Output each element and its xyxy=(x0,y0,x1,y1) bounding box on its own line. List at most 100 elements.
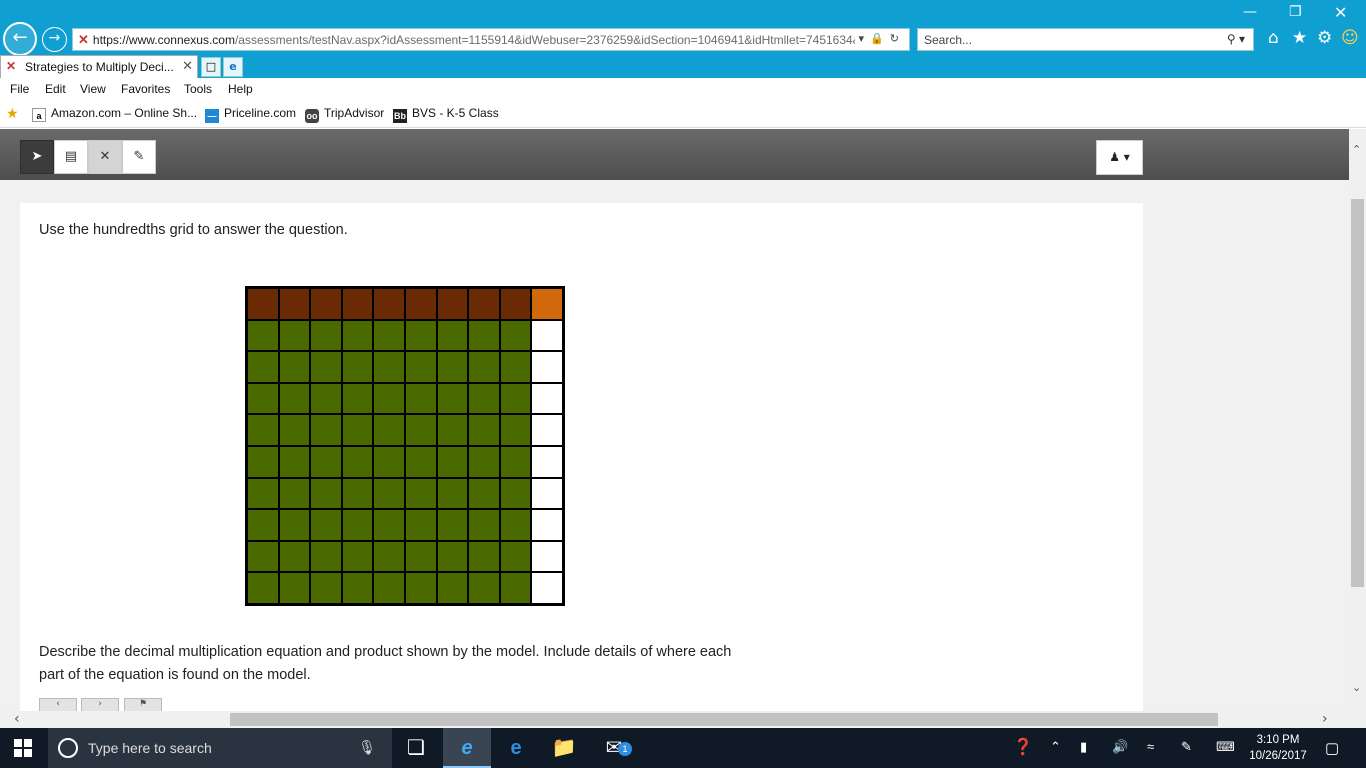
taskbar-search[interactable]: Type here to search 🎙 xyxy=(48,728,392,768)
settings-gear-icon[interactable]: ⚙ xyxy=(1317,28,1332,48)
search-icon[interactable]: ⚲ ▾ xyxy=(1227,32,1245,46)
scroll-right-icon[interactable]: › xyxy=(1322,711,1328,727)
grid-cell xyxy=(499,446,532,478)
file-explorer-icon[interactable]: 📁 xyxy=(540,728,588,768)
back-button[interactable]: ← xyxy=(3,22,37,56)
vertical-scroll-thumb[interactable] xyxy=(1351,199,1364,587)
grid-cell xyxy=(436,572,469,604)
internet-explorer-icon[interactable]: e xyxy=(443,728,491,768)
grid-cell xyxy=(468,477,500,510)
mail-icon[interactable]: ✉ 1 xyxy=(590,728,638,768)
menu-edit[interactable]: Edit xyxy=(45,82,66,96)
help-icon[interactable]: ❓ xyxy=(1013,737,1033,757)
grid-cell xyxy=(341,477,374,510)
flag-button[interactable]: ⚑ xyxy=(124,698,162,711)
prev-button[interactable]: ‹ xyxy=(39,698,77,711)
vertical-scrollbar[interactable]: ⌃ ⌄ xyxy=(1349,129,1366,711)
microphone-icon[interactable]: 🎙 xyxy=(358,739,376,756)
chevron-down-icon: ▾ xyxy=(1123,150,1130,164)
pen-icon[interactable]: ✎ xyxy=(1181,739,1192,755)
home-icon[interactable]: ⌂ xyxy=(1268,28,1279,48)
next-button[interactable]: › xyxy=(81,698,119,711)
grid-cell xyxy=(436,540,469,573)
show-hidden-icons-icon[interactable]: ⌃ xyxy=(1050,739,1061,755)
note-tool-button[interactable]: ▤ xyxy=(54,140,88,174)
notifications-icon[interactable]: ▢ xyxy=(1325,739,1339,757)
menu-help[interactable]: Help xyxy=(228,82,253,96)
task-view-icon[interactable]: ❏ xyxy=(392,728,440,768)
start-button[interactable] xyxy=(14,739,32,757)
grid-cell xyxy=(247,446,279,478)
pointer-tool-button[interactable]: ➤ xyxy=(20,140,54,174)
favorite-bvs-label: BVS - K-5 Class xyxy=(412,106,499,120)
scroll-down-icon[interactable]: ⌄ xyxy=(1352,681,1361,694)
wifi-icon[interactable]: ≈ xyxy=(1147,739,1154,754)
restore-icon[interactable]: ❐ xyxy=(1289,4,1302,20)
grid-cell xyxy=(310,288,342,320)
highlighter-icon: ✎ xyxy=(133,149,145,164)
menu-favorites[interactable]: Favorites xyxy=(121,82,170,96)
favorites-star-icon[interactable]: ★ xyxy=(1292,28,1307,48)
tab-close-icon[interactable]: ✕ xyxy=(182,58,193,74)
address-bar[interactable]: ✕ https://www.connexus.com/assessments/t… xyxy=(72,28,910,51)
new-tab-icon[interactable]: □ xyxy=(201,57,221,77)
address-bar-icons[interactable]: ▾🔒↻ xyxy=(854,32,905,45)
favorite-priceline[interactable]: — Priceline.com xyxy=(205,106,296,123)
tab-row: ✕ Strategies to Multiply Deci... ✕ □ e xyxy=(0,55,1366,78)
smiley-feedback-icon[interactable]: ☺ xyxy=(1341,28,1359,48)
grid-cell xyxy=(373,540,405,573)
highlighter-tool-button[interactable]: ✎ xyxy=(122,140,156,174)
question-prompt: Use the hundredths grid to answer the qu… xyxy=(39,222,348,238)
grid-cell xyxy=(405,288,437,320)
forward-button[interactable]: → xyxy=(42,27,67,52)
horizontal-scroll-thumb[interactable] xyxy=(230,713,1218,726)
grid-cell xyxy=(247,351,279,383)
grid-cell xyxy=(278,382,311,415)
grid-cell xyxy=(278,477,311,510)
menu-tools[interactable]: Tools xyxy=(184,82,212,96)
windows-taskbar: Type here to search 🎙 ❏ e e 📁 ✉ 1 ❓ ⌃ ▮ 🔊… xyxy=(0,728,1366,768)
refresh-icon[interactable]: ↻ xyxy=(890,33,905,45)
grid-cell xyxy=(405,319,437,352)
system-clock[interactable]: 3:10 PM 10/26/2017 xyxy=(1248,732,1308,764)
edge-icon[interactable]: e xyxy=(492,728,540,768)
grid-cell xyxy=(373,382,405,415)
scrollbar-corner xyxy=(1349,711,1366,728)
grid-cell xyxy=(531,319,563,352)
keyboard-icon[interactable]: ⌨ xyxy=(1216,739,1235,755)
grid-cell xyxy=(531,382,563,415)
grid-cell xyxy=(499,288,532,320)
tab-title: Strategies to Multiply Deci... xyxy=(25,60,174,74)
user-menu-button[interactable]: ♟ ▾ xyxy=(1096,140,1143,175)
grid-cell xyxy=(278,319,311,352)
favorites-add-icon[interactable]: ★ xyxy=(6,105,19,122)
battery-icon[interactable]: ▮ xyxy=(1080,739,1087,755)
scroll-up-icon[interactable]: ⌃ xyxy=(1352,143,1361,156)
grid-cell xyxy=(341,509,374,541)
scroll-left-icon[interactable]: ‹ xyxy=(14,711,20,727)
note-icon: ▤ xyxy=(64,149,78,164)
grid-cell xyxy=(468,540,500,573)
grid-cell xyxy=(247,319,279,352)
favorite-tripadvisor[interactable]: oo TripAdvisor xyxy=(305,106,384,123)
menu-view[interactable]: View xyxy=(80,82,106,96)
minimize-icon[interactable]: — xyxy=(1243,4,1257,20)
grid-cell xyxy=(499,414,532,446)
horizontal-scrollbar[interactable]: ‹ › xyxy=(0,711,1349,728)
lock-icon[interactable]: 🔒 xyxy=(870,33,890,45)
edge-tab-icon[interactable]: e xyxy=(223,57,243,77)
eliminate-tool-button[interactable]: ✕ xyxy=(88,140,122,174)
favorite-amazon[interactable]: a Amazon.com – Online Sh... xyxy=(32,106,197,122)
browser-search-input[interactable]: Search... ⚲ ▾ xyxy=(917,28,1254,51)
tripadvisor-icon: oo xyxy=(305,109,319,123)
tab-active[interactable]: ✕ Strategies to Multiply Deci... ✕ xyxy=(0,55,198,78)
grid-cell xyxy=(405,572,437,604)
browser-titlebar: ← → ✕ https://www.connexus.com/assessmen… xyxy=(0,0,1366,56)
favorite-bvs[interactable]: Bb BVS - K-5 Class xyxy=(393,106,499,123)
dropdown-icon[interactable]: ▾ xyxy=(859,33,871,45)
menu-file[interactable]: File xyxy=(10,82,29,96)
assessment-toolbar: ➤ ▤ ✕ ✎ ♟ ▾ xyxy=(0,129,1349,180)
close-window-icon[interactable]: ✕ xyxy=(1334,3,1347,22)
volume-icon[interactable]: 🔊 xyxy=(1112,739,1128,755)
grid-cell xyxy=(341,382,374,415)
